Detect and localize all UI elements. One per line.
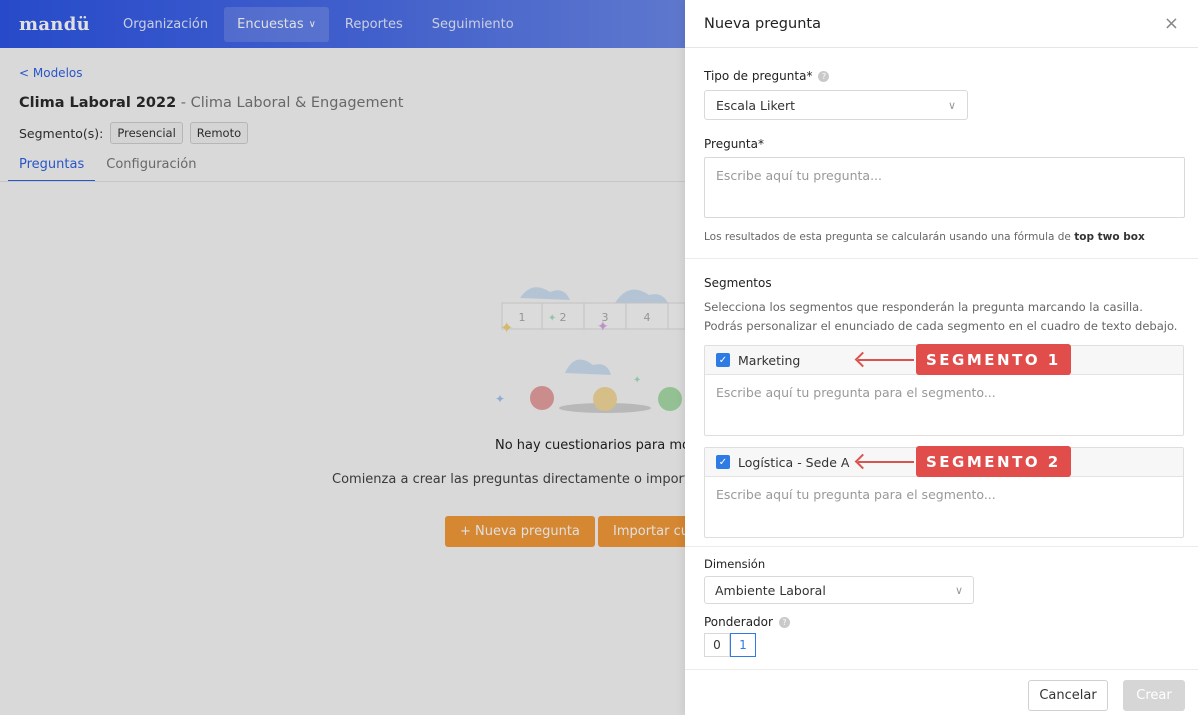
nav-item-reportes[interactable]: Reportes — [332, 7, 416, 42]
cancel-button[interactable]: Cancelar — [1028, 680, 1108, 711]
empty-state-illustration: 1 2 3 4 ✦ ✦ ✦ ✦ ✦ — [495, 287, 685, 413]
annotation-arrow — [858, 461, 914, 463]
question-input[interactable]: Escribe aquí tu pregunta... — [704, 157, 1185, 218]
divider — [685, 258, 1198, 259]
weight-label-text: Ponderador — [704, 615, 773, 629]
question-hint: Los resultados de esta pregunta se calcu… — [704, 231, 1145, 243]
tab-preguntas[interactable]: Preguntas — [8, 151, 96, 182]
tab-configuracion[interactable]: Configuración — [95, 151, 207, 182]
question-type-label: Tipo de pregunta*? — [704, 69, 830, 83]
help-icon[interactable]: ? — [818, 71, 830, 82]
divider — [0, 181, 685, 182]
close-icon[interactable]: × — [1164, 13, 1179, 34]
neutral-face-icon — [593, 387, 617, 411]
hint-bold: top two box — [1074, 231, 1145, 243]
scale-number: 2 — [560, 311, 567, 324]
scale-number: 1 — [519, 311, 526, 324]
drawer-header: Nueva pregunta × — [685, 0, 1198, 48]
segment-chip: Remoto — [189, 122, 249, 144]
svg-text:✦: ✦ — [495, 392, 505, 406]
segments-description: Selecciona los segmentos que responderán… — [704, 300, 1178, 333]
chevron-down-icon: ∨ — [308, 18, 316, 30]
dimension-value: Ambiente Laboral — [715, 582, 826, 598]
help-icon[interactable]: ? — [778, 617, 790, 628]
chevron-down-icon: ∨ — [954, 583, 963, 597]
divider — [685, 669, 1198, 670]
drawer-title: Nueva pregunta — [704, 15, 821, 32]
chevron-down-icon: ∨ — [947, 98, 956, 112]
top-nav: mandü Organización Encuestas ∨ Reportes S… — [0, 0, 685, 48]
segment-chip: Presencial — [110, 122, 183, 144]
segment-checkbox[interactable]: ✓ — [716, 455, 730, 469]
segments-title: Segmentos — [704, 276, 772, 290]
page-title: Clima Laboral 2022 - Clima Laboral & Eng… — [19, 95, 403, 111]
weight-option-0[interactable]: 0 — [704, 633, 730, 657]
svg-text:✦: ✦ — [548, 313, 556, 324]
dimension-label: Dimensión — [704, 557, 766, 571]
segment-checkbox[interactable]: ✓ — [716, 353, 730, 367]
survey-model: - Clima Laboral & Engagement — [176, 95, 404, 111]
import-button[interactable]: Importar cue — [598, 516, 685, 547]
segment-name: Logística - Sede A — [738, 454, 850, 470]
svg-text:✦: ✦ — [500, 318, 513, 337]
logo[interactable]: mandü — [19, 14, 90, 35]
hint-text: Los resultados de esta pregunta se calcu… — [704, 231, 1075, 243]
weight-option-1[interactable]: 1 — [730, 633, 756, 657]
segment-question-input[interactable]: Escribe aquí tu pregunta para el segment… — [705, 375, 1183, 435]
question-type-value: Escala Likert — [716, 97, 796, 113]
nav-item-label: Seguimiento — [431, 16, 514, 32]
back-link[interactable]: < Modelos — [19, 66, 83, 80]
dimension-select[interactable]: Ambiente Laboral ∨ — [704, 576, 974, 604]
survey-page: < Modelos Clima Laboral 2022 - Clima Lab… — [0, 48, 730, 715]
segments-row: Segmento(s): Presencial Remoto — [19, 122, 249, 144]
nav-item-label: Reportes — [344, 16, 403, 32]
nav-item-encuestas[interactable]: Encuestas ∨ — [224, 6, 329, 42]
scale-number: 4 — [644, 311, 651, 324]
nav-item-label: Organización — [122, 16, 209, 32]
survey-name: Clima Laboral 2022 — [19, 95, 177, 111]
segment-question-input[interactable]: Escribe aquí tu pregunta para el segment… — [705, 477, 1183, 537]
svg-text:✦: ✦ — [597, 319, 609, 335]
weight-label: Ponderador? — [704, 615, 790, 629]
empty-state-title: No hay cuestionarios para most — [495, 438, 702, 453]
segments-label: Segmento(s): — [19, 125, 104, 141]
happy-face-icon — [658, 387, 682, 411]
sad-face-icon — [530, 386, 554, 410]
question-label: Pregunta* — [704, 137, 764, 151]
create-button[interactable]: Crear — [1123, 680, 1185, 711]
annotation-tag: SEGMENTO 1 — [916, 344, 1071, 375]
weight-selector: 0 1 — [704, 633, 756, 657]
svg-text:✦: ✦ — [633, 375, 641, 386]
segment-name: Marketing — [738, 352, 801, 368]
question-type-label-text: Tipo de pregunta* — [704, 69, 813, 83]
divider — [685, 546, 1198, 547]
annotation-tag: SEGMENTO 2 — [916, 446, 1071, 477]
new-question-button[interactable]: + Nueva pregunta — [445, 516, 595, 547]
nav-item-organizacion[interactable]: Organización — [110, 7, 221, 42]
empty-state-subtitle: Comienza a crear las preguntas directame… — [332, 472, 730, 487]
nav-item-seguimiento[interactable]: Seguimiento — [419, 7, 527, 42]
new-question-drawer: Nueva pregunta × Tipo de pregunta*? Esca… — [685, 0, 1198, 715]
question-type-select[interactable]: Escala Likert ∨ — [704, 90, 968, 120]
annotation-arrow — [858, 359, 914, 361]
tabs: Preguntas Configuración — [8, 151, 207, 182]
nav-item-label: Encuestas — [237, 16, 304, 32]
